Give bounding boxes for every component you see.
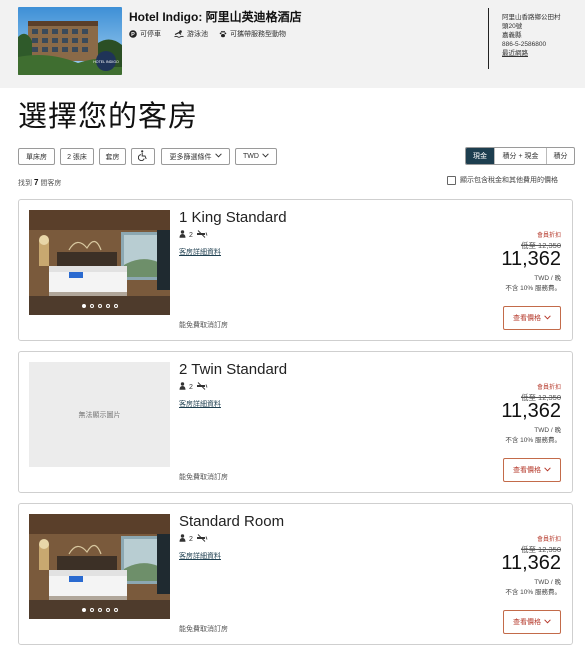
filter-accessible[interactable]	[131, 148, 155, 165]
guest-count: 2	[189, 231, 193, 239]
room-occupancy: 2	[179, 382, 208, 392]
swimming-icon	[174, 30, 184, 38]
room-price: 11,362	[501, 248, 561, 270]
member-discount-badge: 會員折扣	[536, 537, 561, 543]
room-photo-placeholder: 無法顯示圖片	[29, 362, 170, 467]
member-discount-badge: 會員折扣	[536, 233, 561, 239]
no-smoking-icon	[196, 382, 208, 392]
room-card: 1 King Standard 2 客房詳細資料 能免費取消訂房 會員折扣 低至…	[18, 199, 573, 341]
view-rates-label: 查看價格	[513, 467, 541, 474]
room-card: 無法顯示圖片 2 Twin Standard 2 客房詳細資料 能免費取消訂房 …	[18, 351, 573, 493]
filter-suite[interactable]: 套房	[99, 148, 126, 165]
hotel-address: 阿里山香路鄉公田村 頭20號 嘉義縣 886-5-2586800 最近網路	[502, 13, 580, 58]
room-photo[interactable]	[29, 210, 170, 315]
amenity-label: 游泳池	[187, 31, 208, 38]
view-rates-label: 查看價格	[513, 315, 541, 322]
paw-icon	[219, 30, 227, 38]
tab-cash[interactable]: 現金	[466, 148, 494, 164]
guest-count: 2	[189, 383, 193, 391]
chevron-down-icon	[544, 618, 551, 626]
hotel-name: Hotel Indigo: 阿里山英迪格酒店	[129, 10, 302, 24]
currency-value: TWD	[243, 153, 259, 160]
chevron-down-icon	[214, 153, 222, 160]
amenity-pool: 游泳池	[174, 29, 208, 39]
free-cancel-note: 能免費取消訂房	[179, 626, 228, 633]
person-icon	[179, 382, 186, 392]
view-rates-button[interactable]: 查看價格	[503, 458, 561, 482]
room-details-link[interactable]: 客房詳細資料	[179, 399, 221, 409]
hotel-photo: HOTEL INDIGO	[18, 7, 122, 75]
room-name: Standard Room	[179, 513, 285, 530]
price-unit: TWD / 晚	[534, 427, 561, 434]
hotel-phone: 886-5-2586800	[502, 41, 547, 48]
amenity-label: 可停車	[140, 31, 161, 38]
chevron-down-icon	[262, 153, 269, 160]
room-price: 11,362	[501, 400, 561, 422]
view-rates-button[interactable]: 查看價格	[503, 610, 561, 634]
svg-text:P: P	[131, 32, 135, 38]
payment-type-toggle: 現金 積分 + 現金 積分	[465, 147, 575, 165]
room-name: 1 King Standard	[179, 209, 287, 226]
address-line-1: 阿里山香路鄉公田村	[502, 14, 561, 21]
service-fee-note: 不含 10% 服務費。	[505, 285, 561, 292]
room-details-link[interactable]: 客房詳細資料	[179, 247, 221, 257]
room-occupancy: 2	[179, 534, 208, 544]
more-filters-dropdown[interactable]: 更多篩選條件	[161, 148, 230, 165]
photo-carousel-dots[interactable]	[29, 304, 170, 308]
currency-select[interactable]: TWD	[235, 148, 277, 165]
tax-toggle-label: 顯示包含稅金和其他費用的價格	[460, 177, 558, 184]
tab-points-cash[interactable]: 積分 + 現金	[494, 148, 546, 164]
no-smoking-icon	[196, 230, 208, 240]
page-title: 選擇您的客房	[18, 101, 199, 133]
amenity-label: 可攜帶服務型動物	[230, 31, 286, 38]
room-occupancy: 2	[179, 230, 208, 240]
filter-single-bed[interactable]: 單床房	[18, 148, 55, 165]
tax-toggle[interactable]: 顯示包含稅金和其他費用的價格	[447, 175, 558, 185]
amenity-parking: P 可停車	[129, 29, 161, 39]
room-photo[interactable]	[29, 514, 170, 619]
parking-icon: P	[129, 30, 137, 38]
chevron-down-icon	[544, 466, 551, 474]
hotel-logo: HOTEL INDIGO	[93, 60, 119, 64]
filter-two-beds[interactable]: 2 張床	[60, 148, 94, 165]
member-discount-badge: 會員折扣	[536, 385, 561, 391]
view-rates-label: 查看價格	[513, 619, 541, 626]
view-rates-button[interactable]: 查看價格	[503, 306, 561, 330]
tax-checkbox[interactable]	[447, 175, 456, 185]
price-unit: TWD / 晚	[534, 579, 561, 586]
no-smoking-icon	[196, 534, 208, 544]
amenity-pets: 可攜帶服務型動物	[219, 29, 286, 39]
chevron-down-icon	[544, 314, 551, 322]
directions-link[interactable]: 最近網路	[502, 49, 580, 58]
room-price: 11,362	[501, 552, 561, 574]
room-name: 2 Twin Standard	[179, 361, 288, 378]
free-cancel-note: 能免費取消訂房	[179, 474, 228, 481]
service-fee-note: 不含 10% 服務費。	[505, 589, 561, 596]
results-number: 7	[33, 178, 39, 187]
address-line-3: 嘉義縣	[502, 32, 522, 39]
results-suffix: 間客房	[40, 180, 62, 187]
room-card: Standard Room 2 客房詳細資料 能免費取消訂房 會員折扣 低至 1…	[18, 503, 573, 645]
address-line-2: 頭20號	[502, 23, 523, 30]
free-cancel-note: 能免費取消訂房	[179, 322, 228, 329]
results-count: 找到 7 間客房	[18, 178, 61, 188]
person-icon	[179, 230, 186, 240]
price-unit: TWD / 晚	[534, 275, 561, 282]
room-details-link[interactable]: 客房詳細資料	[179, 551, 221, 561]
tab-points[interactable]: 積分	[546, 148, 574, 164]
results-prefix: 找到	[18, 180, 32, 187]
wheelchair-icon	[137, 150, 148, 163]
more-filters-label: 更多篩選條件	[169, 153, 212, 161]
service-fee-note: 不含 10% 服務費。	[505, 437, 561, 444]
person-icon	[179, 534, 186, 544]
guest-count: 2	[189, 535, 193, 543]
hotel-header: HOTEL INDIGO Hotel Indigo: 阿里山英迪格酒店 P 可停…	[0, 0, 585, 88]
header-divider	[488, 8, 489, 69]
photo-carousel-dots[interactable]	[29, 608, 170, 612]
